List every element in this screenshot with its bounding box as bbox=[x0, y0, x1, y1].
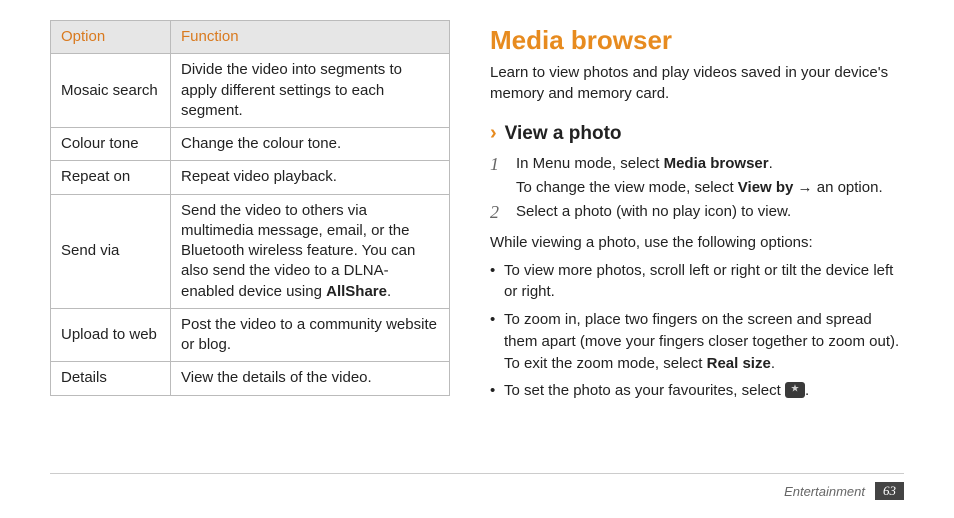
step-text: In Menu mode, select bbox=[516, 155, 664, 172]
step-bold: View by bbox=[738, 179, 794, 196]
cell-option: Send via bbox=[51, 194, 171, 308]
section-intro: Learn to view photos and play videos sav… bbox=[490, 62, 904, 104]
list-bold: Real size bbox=[707, 355, 771, 372]
list-item: To set the photo as your favourites, sel… bbox=[490, 380, 904, 402]
list-text: . bbox=[771, 355, 775, 372]
table-header-row: Option Function bbox=[51, 21, 450, 54]
list-text: To view more photos, scroll left or righ… bbox=[504, 262, 893, 301]
page-content: Option Function Mosaic search Divide the… bbox=[0, 0, 954, 408]
cell-text: . bbox=[387, 283, 391, 300]
section-title: Media browser bbox=[490, 25, 904, 56]
footer-rule bbox=[50, 473, 904, 474]
footer-page-number: 63 bbox=[875, 482, 904, 500]
cell-bold: AllShare bbox=[326, 283, 387, 300]
table-row: Colour tone Change the colour tone. bbox=[51, 128, 450, 161]
list-text: To zoom in, place two fingers on the scr… bbox=[504, 311, 899, 372]
step-text: Select a photo (with no play icon) to vi… bbox=[516, 201, 791, 223]
step-1: 1 In Menu mode, select Media browser. To… bbox=[490, 153, 904, 199]
subsection-title: View a photo bbox=[505, 123, 622, 145]
page-footer: Entertainment 63 bbox=[784, 482, 904, 500]
cell-function: Change the colour tone. bbox=[171, 128, 450, 161]
cell-function: Repeat video playback. bbox=[171, 161, 450, 194]
cell-option: Repeat on bbox=[51, 161, 171, 194]
cell-function: Divide the video into segments to apply … bbox=[171, 54, 450, 128]
table-row: Details View the details of the video. bbox=[51, 362, 450, 395]
cell-option: Mosaic search bbox=[51, 54, 171, 128]
cell-option: Details bbox=[51, 362, 171, 395]
footer-category: Entertainment bbox=[784, 484, 865, 499]
table-row: Upload to web Post the video to a commun… bbox=[51, 308, 450, 362]
step-number: 2 bbox=[490, 201, 506, 224]
step-bold: Media browser bbox=[664, 155, 769, 172]
header-function: Function bbox=[171, 21, 450, 54]
cell-function: Send the video to others via multimedia … bbox=[171, 194, 450, 308]
list-item: To view more photos, scroll left or righ… bbox=[490, 260, 904, 304]
favourite-star-icon bbox=[785, 382, 805, 398]
list-text: . bbox=[805, 382, 809, 399]
list-text: To set the photo as your favourites, sel… bbox=[504, 382, 785, 399]
options-table: Option Function Mosaic search Divide the… bbox=[50, 20, 450, 396]
step-text: → an option. bbox=[793, 179, 882, 196]
bullet-list: To view more photos, scroll left or righ… bbox=[490, 260, 904, 403]
subsection-header: › View a photo bbox=[490, 122, 904, 145]
table-row: Send via Send the video to others via mu… bbox=[51, 194, 450, 308]
table-row: Mosaic search Divide the video into segm… bbox=[51, 54, 450, 128]
chevron-right-icon: › bbox=[490, 122, 497, 145]
right-column: Media browser Learn to view photos and p… bbox=[490, 20, 904, 408]
cell-option: Upload to web bbox=[51, 308, 171, 362]
step-number: 1 bbox=[490, 153, 506, 199]
list-item: To zoom in, place two fingers on the scr… bbox=[490, 309, 904, 374]
cell-option: Colour tone bbox=[51, 128, 171, 161]
cell-function: Post the video to a community website or… bbox=[171, 308, 450, 362]
step-body: Select a photo (with no play icon) to vi… bbox=[516, 201, 791, 224]
header-option: Option bbox=[51, 21, 171, 54]
cell-function: View the details of the video. bbox=[171, 362, 450, 395]
body-text: While viewing a photo, use the following… bbox=[490, 232, 904, 254]
step-text: To change the view mode, select bbox=[516, 179, 738, 196]
table-row: Repeat on Repeat video playback. bbox=[51, 161, 450, 194]
step-2: 2 Select a photo (with no play icon) to … bbox=[490, 201, 904, 224]
step-body: In Menu mode, select Media browser. To c… bbox=[516, 153, 883, 199]
left-column: Option Function Mosaic search Divide the… bbox=[50, 20, 450, 408]
step-text: . bbox=[769, 155, 773, 172]
